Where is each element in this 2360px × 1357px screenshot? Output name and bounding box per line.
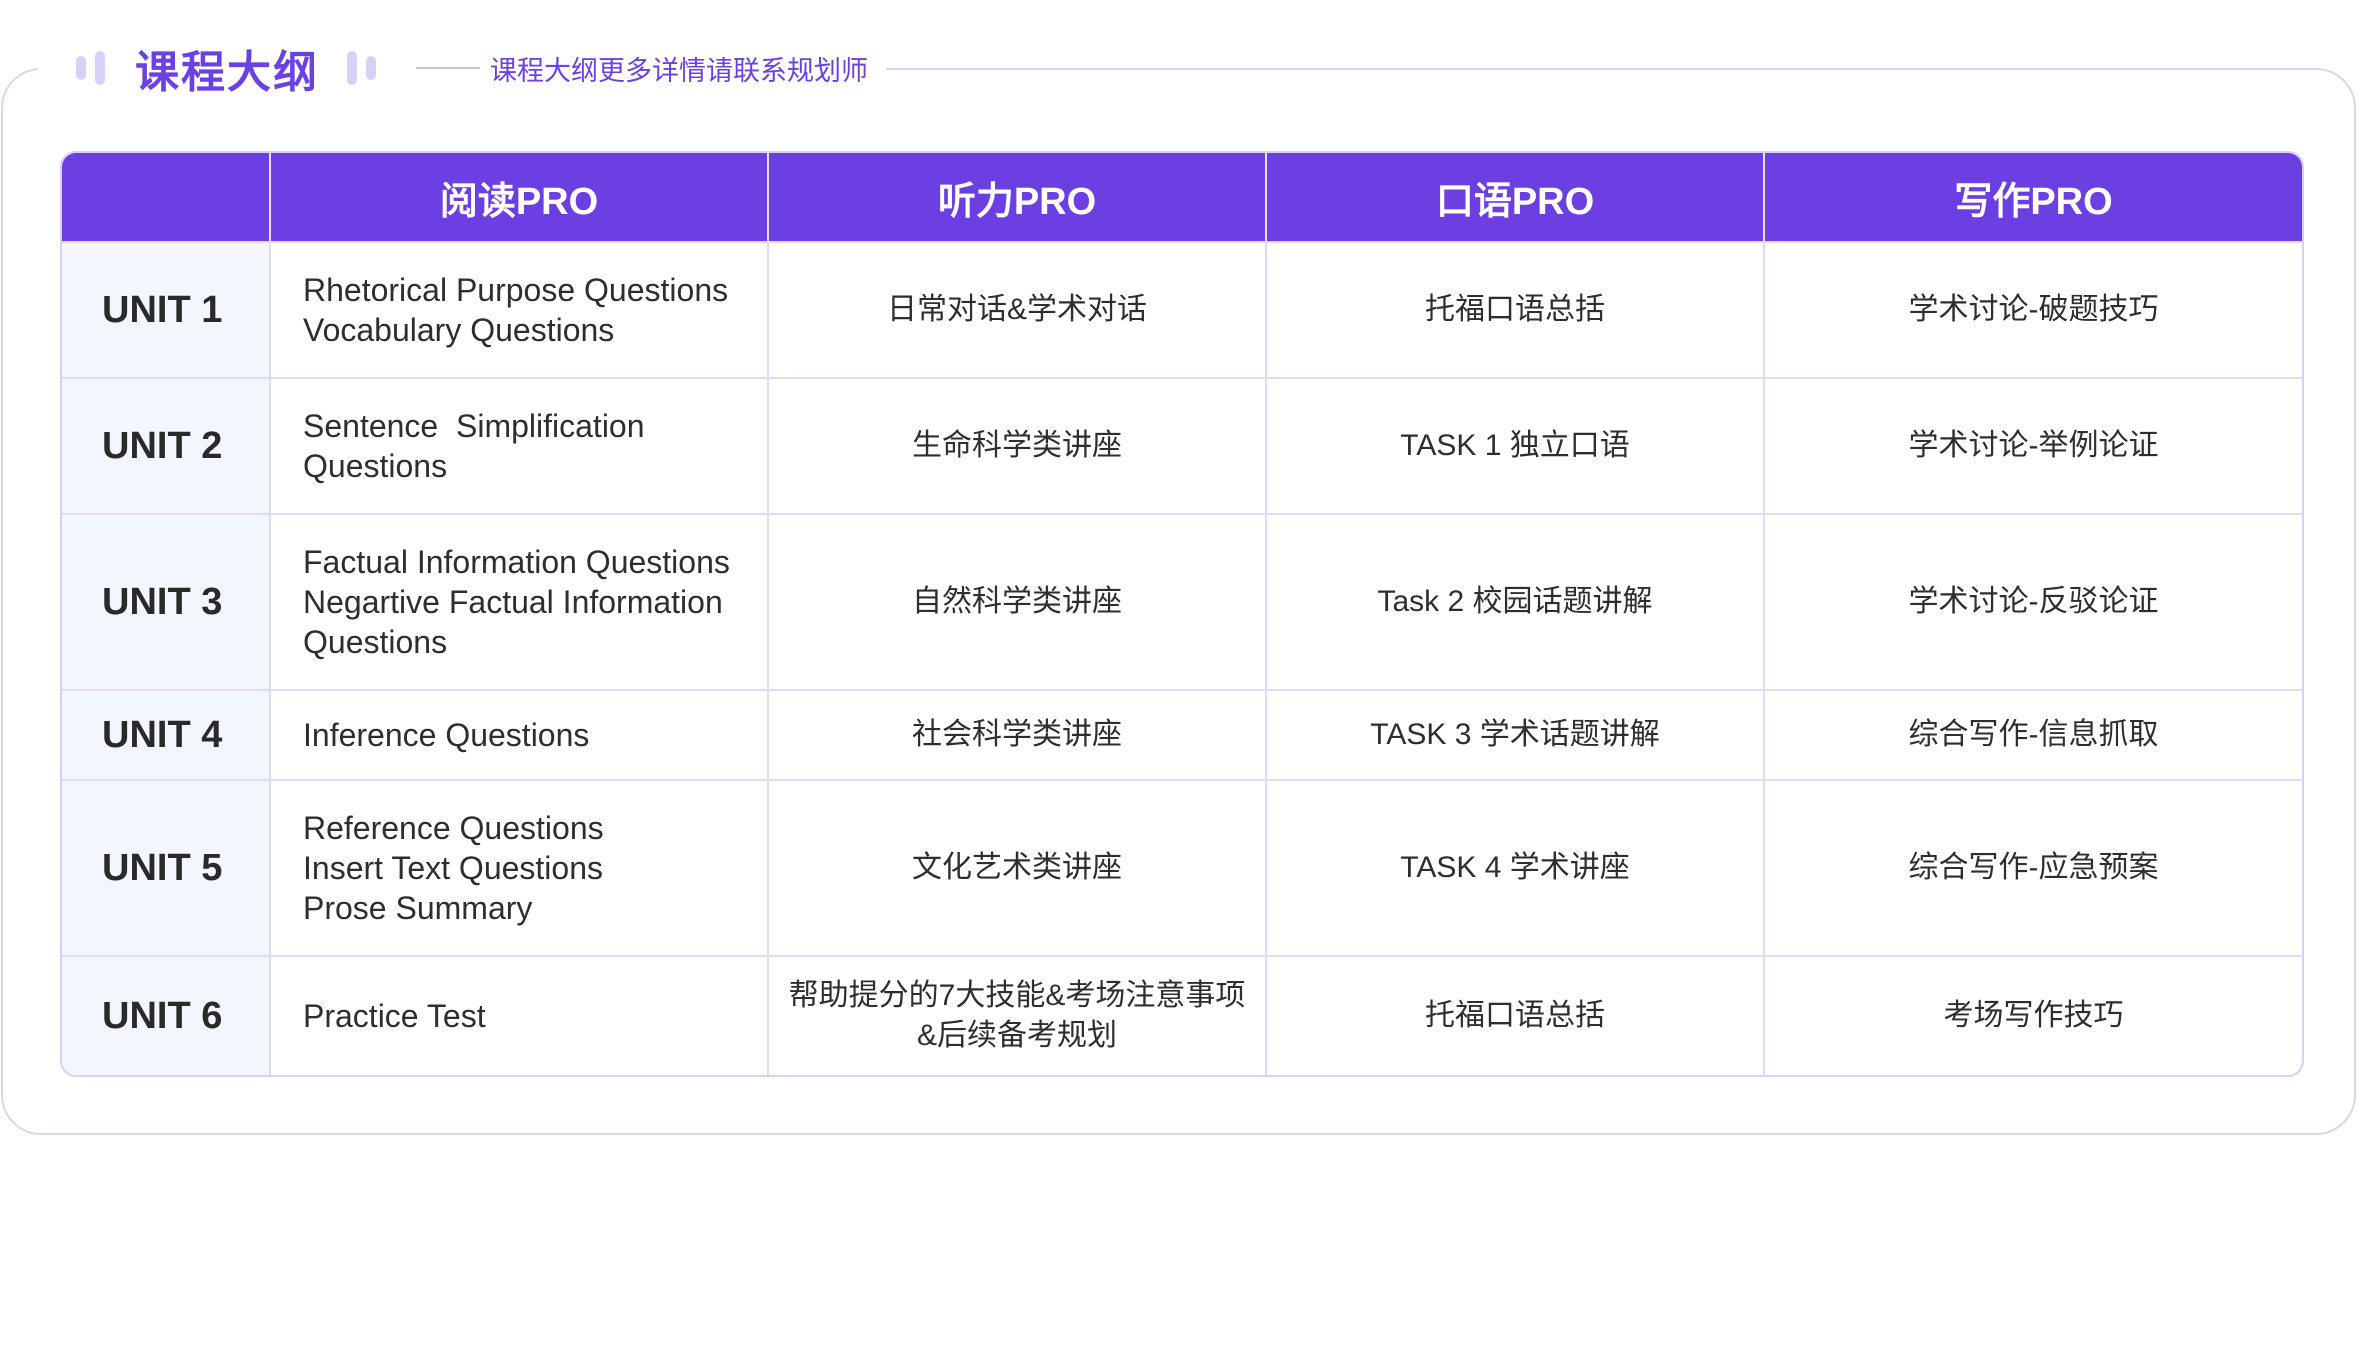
listening-line: 日常对话&学术对话: [886, 293, 1147, 326]
reading-line: Reference Questions: [303, 810, 604, 846]
table-row: UNIT 1 Rhetorical Purpose Questions Voca…: [62, 241, 2302, 377]
listening-cell: 自然科学类讲座: [769, 513, 1267, 689]
reading-cell: Rhetorical Purpose Questions Vocabulary …: [271, 241, 769, 377]
speaking-line: Task 2 校园话题讲解: [1377, 585, 1653, 618]
column-header-unit: [62, 153, 271, 241]
listening-cell: 文化艺术类讲座: [769, 779, 1267, 955]
writing-cell: 综合写作-应急预案: [1765, 779, 2302, 955]
unit-cell: UNIT 1: [62, 241, 271, 377]
subtitle-rule: [416, 67, 480, 69]
reading-line: Inference Questions: [303, 717, 590, 753]
table-row: UNIT 6 Practice Test 帮助提分的7大技能&考场注意事项 &后…: [62, 955, 2302, 1075]
speaking-cell: Task 2 校园话题讲解: [1267, 513, 1765, 689]
writing-cell: 综合写作-信息抓取: [1765, 689, 2302, 779]
reading-cell: Reference Questions Insert Text Question…: [271, 779, 769, 955]
speaking-line: 托福口语总括: [1425, 999, 1605, 1032]
course-outline-table: 阅读PRO 听力PRO 口语PRO 写作PRO UNIT 1 Rhetorica…: [60, 151, 2304, 1077]
listening-cell: 生命科学类讲座: [769, 377, 1267, 513]
speaking-cell: 托福口语总括: [1267, 955, 1765, 1075]
speaking-line: 托福口语总括: [1425, 293, 1605, 326]
title-right-decoration: [347, 51, 376, 85]
section-header: 课程大纲 课程大纲更多详情请联系规划师: [38, 20, 886, 116]
listening-cell: 帮助提分的7大技能&考场注意事项 &后续备考规划: [769, 955, 1267, 1075]
reading-cell: Practice Test: [271, 955, 769, 1075]
writing-line: 综合写作-信息抓取: [1908, 718, 2159, 751]
listening-cell: 社会科学类讲座: [769, 689, 1267, 779]
listening-line: 文化艺术类讲座: [912, 851, 1122, 884]
speaking-cell: 托福口语总括: [1267, 241, 1765, 377]
reading-line: Rhetorical Purpose Questions: [303, 272, 729, 308]
page-subtitle: 课程大纲更多详情请联系规划师: [490, 48, 874, 88]
speaking-line: TASK 1 独立口语: [1400, 429, 1630, 462]
speaking-line: TASK 4 学术讲座: [1400, 851, 1630, 884]
writing-line: 综合写作-应急预案: [1908, 851, 2159, 884]
writing-line: 学术讨论-破题技巧: [1908, 293, 2159, 326]
reading-line: Vocabulary Questions: [303, 312, 615, 348]
listening-line: 自然科学类讲座: [912, 585, 1122, 618]
writing-line: 考场写作技巧: [1943, 999, 2124, 1032]
reading-cell: Inference Questions: [271, 689, 769, 779]
writing-cell: 学术讨论-破题技巧: [1765, 241, 2302, 377]
column-header-reading: 阅读PRO: [271, 153, 769, 241]
table-row: UNIT 4 Inference Questions 社会科学类讲座 TASK …: [62, 689, 2302, 779]
page-title: 课程大纲: [135, 48, 319, 97]
speaking-line: TASK 3 学术话题讲解: [1370, 718, 1660, 751]
column-header-writing: 写作PRO: [1765, 153, 2302, 241]
reading-line: Prose Summary: [303, 890, 533, 926]
table-row: UNIT 3 Factual Information Questions Neg…: [62, 513, 2302, 689]
column-header-listening: 听力PRO: [769, 153, 1267, 241]
speaking-cell: TASK 4 学术讲座: [1267, 779, 1765, 955]
listening-line: 生命科学类讲座: [912, 429, 1122, 462]
speaking-cell: TASK 1 独立口语: [1267, 377, 1765, 513]
reading-line: Sentence Simplification: [303, 408, 645, 444]
table-header-row: 阅读PRO 听力PRO 口语PRO 写作PRO: [62, 153, 2302, 241]
unit-cell: UNIT 3: [62, 513, 271, 689]
unit-cell: UNIT 5: [62, 779, 271, 955]
reading-line: Questions: [303, 448, 448, 484]
writing-cell: 考场写作技巧: [1765, 955, 2302, 1075]
title-left-decoration: [76, 51, 105, 85]
table-row: UNIT 2 Sentence Simplification Questions…: [62, 377, 2302, 513]
writing-line: 学术讨论-反驳论证: [1908, 585, 2159, 618]
unit-cell: UNIT 4: [62, 689, 271, 779]
writing-cell: 学术讨论-反驳论证: [1765, 513, 2302, 689]
unit-cell: UNIT 6: [62, 955, 271, 1075]
listening-line: &后续备考规划: [916, 1019, 1117, 1052]
reading-line: Practice Test: [303, 998, 486, 1034]
listening-line: 帮助提分的7大技能&考场注意事项: [788, 979, 1246, 1012]
reading-line: Negartive Factual Information: [303, 584, 723, 620]
listening-cell: 日常对话&学术对话: [769, 241, 1267, 377]
reading-line: Questions: [303, 624, 448, 660]
table-row: UNIT 5 Reference Questions Insert Text Q…: [62, 779, 2302, 955]
reading-line: Factual Information Questions: [303, 544, 730, 580]
reading-line: Insert Text Questions: [303, 850, 603, 886]
reading-cell: Factual Information Questions Negartive …: [271, 513, 769, 689]
column-header-speaking: 口语PRO: [1267, 153, 1765, 241]
reading-cell: Sentence Simplification Questions: [271, 377, 769, 513]
writing-cell: 学术讨论-举例论证: [1765, 377, 2302, 513]
listening-line: 社会科学类讲座: [912, 718, 1122, 751]
speaking-cell: TASK 3 学术话题讲解: [1267, 689, 1765, 779]
writing-line: 学术讨论-举例论证: [1908, 429, 2159, 462]
unit-cell: UNIT 2: [62, 377, 271, 513]
